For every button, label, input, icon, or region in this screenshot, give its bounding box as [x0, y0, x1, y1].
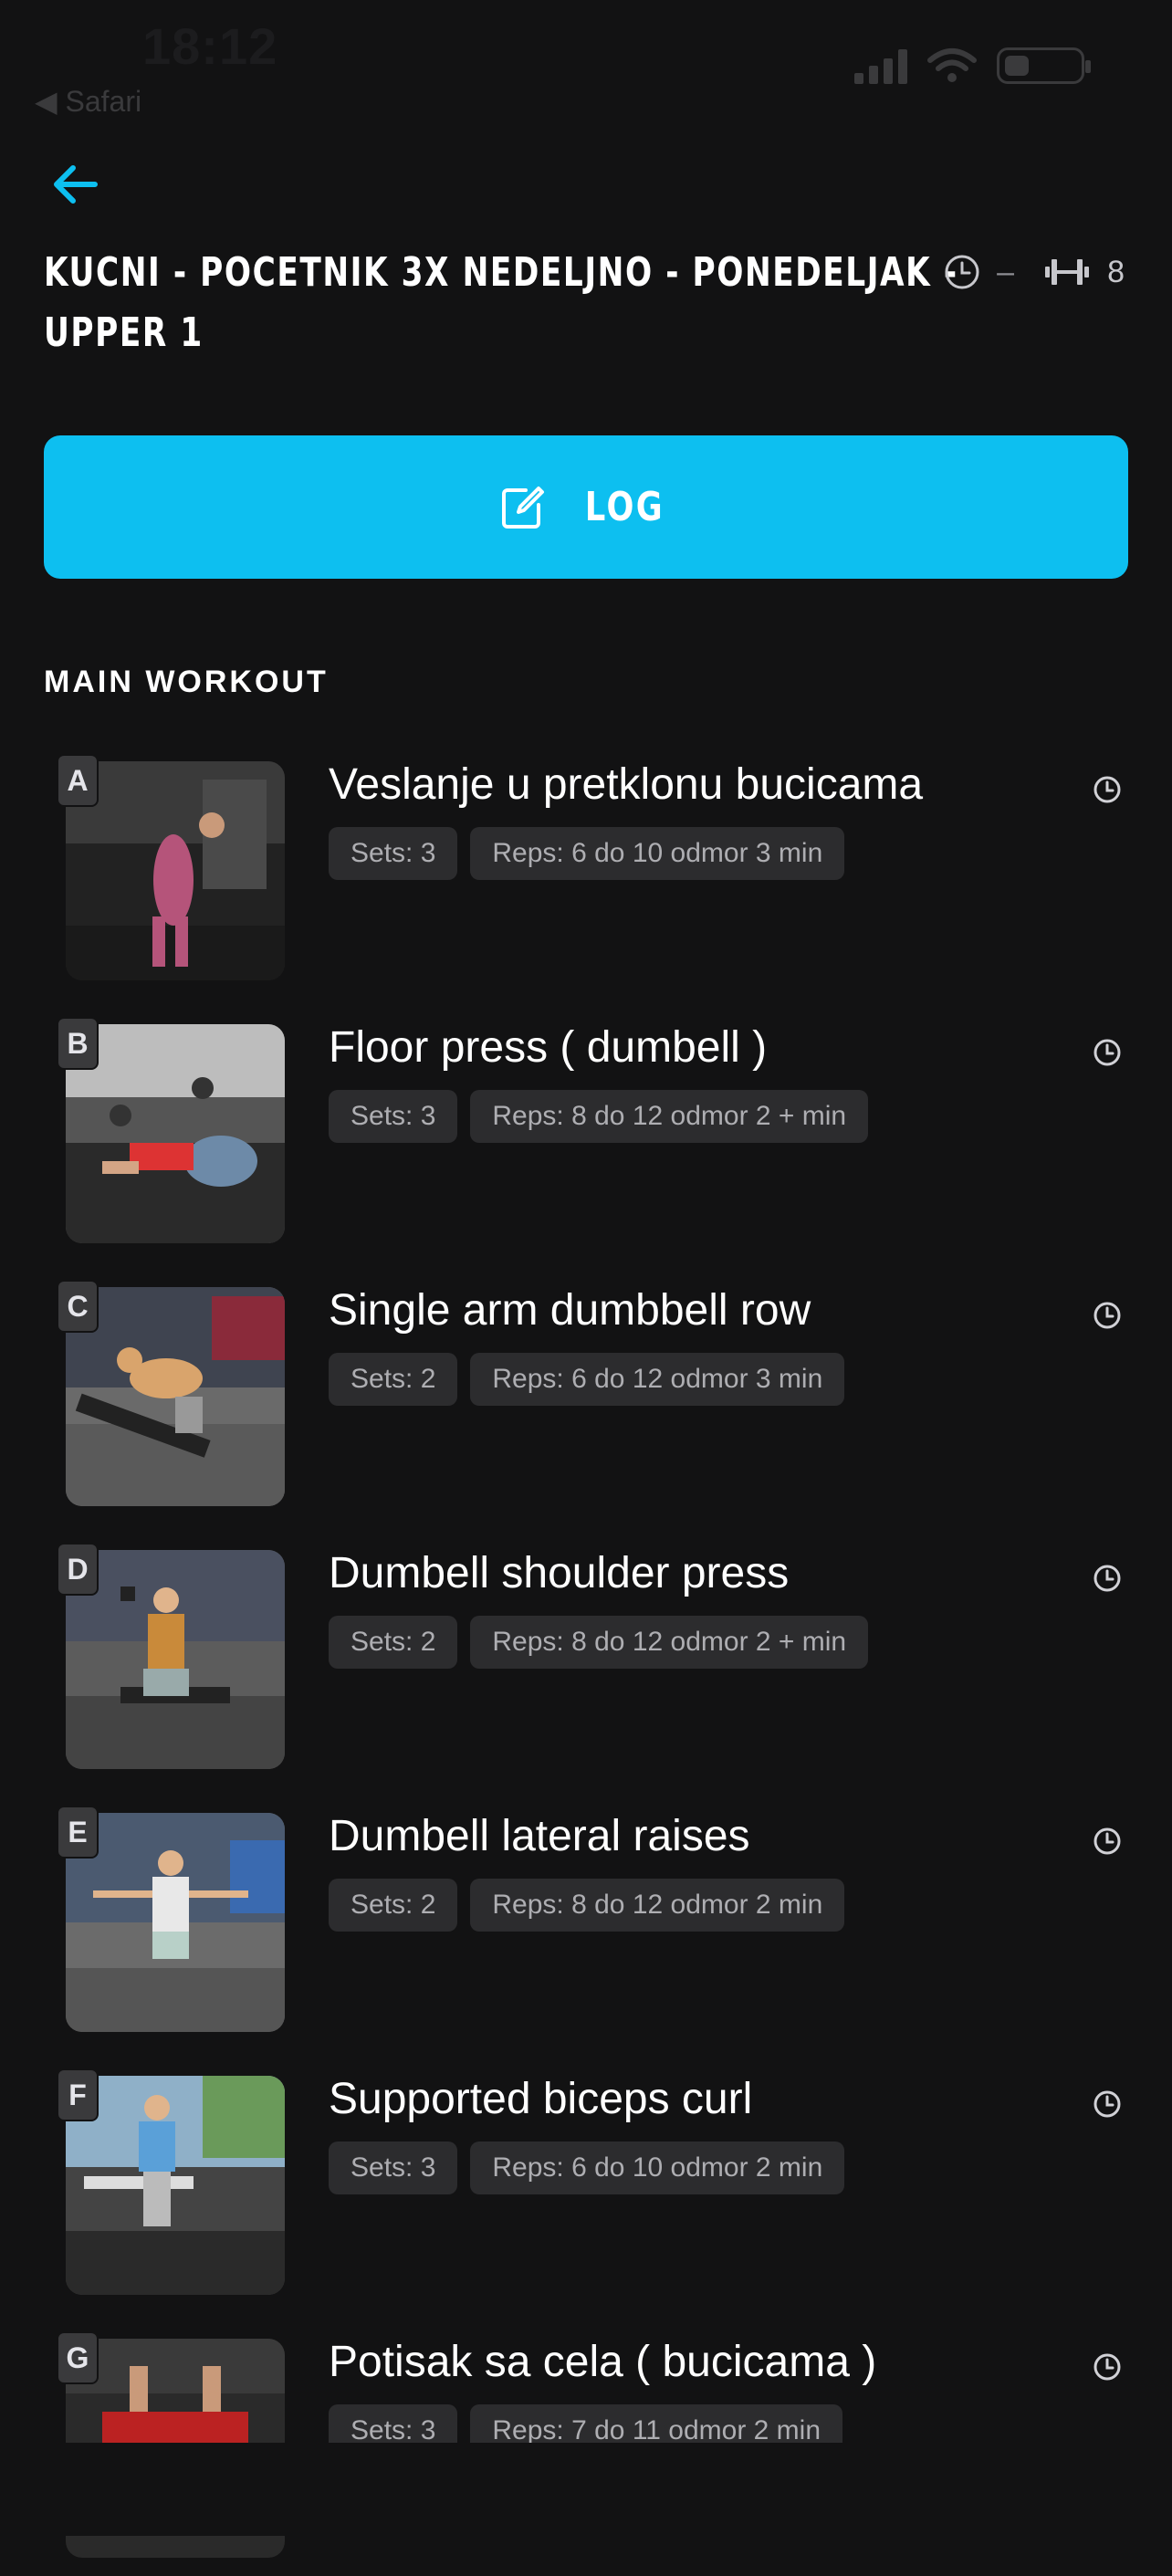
exercise-tags: Sets: 3 Reps: 8 do 12 odmor 2 + min	[329, 1090, 869, 1143]
exercise-name: Veslanje u pretklonu bucicama	[329, 760, 924, 809]
exercise-letter-badge: B	[57, 1017, 99, 1070]
exercise-letter-badge: E	[57, 1806, 99, 1859]
sets-tag: Sets: 2	[329, 1879, 458, 1932]
exercise-letter-badge: C	[57, 1280, 99, 1333]
sets-tag: Sets: 3	[329, 2141, 458, 2194]
exercise-item-e[interactable]: E Dumbell lateral raises Sets: 2 Reps: 8…	[0, 1806, 1172, 2050]
exercise-item-c[interactable]: C Single arm dumbbell row Sets: 2 Reps: …	[0, 1280, 1172, 1524]
workout-title-line1: KUCNI - POCETNIK 3X NEDELJNO - PONEDELJA…	[44, 249, 958, 296]
status-icons	[854, 47, 1091, 84]
exercise-tags: Sets: 2 Reps: 6 do 12 odmor 3 min	[329, 1353, 845, 1406]
exercise-name: Dumbell shoulder press	[329, 1549, 790, 1597]
exercise-name: Dumbell lateral raises	[329, 1812, 750, 1860]
reps-tag: Reps: 8 do 12 odmor 2 + min	[470, 1616, 869, 1669]
exercise-letter-badge: F	[57, 2068, 99, 2121]
workout-title: KUCNI - POCETNIK 3X NEDELJNO - PONEDELJA…	[44, 243, 958, 363]
exercise-thumbnail[interactable]	[66, 1813, 285, 2032]
status-time: 18:12	[142, 17, 278, 75]
bottom-safe-area	[0, 2443, 1172, 2536]
exercise-item-d[interactable]: D Dumbell shoulder press Sets: 2 Reps: 8…	[0, 1543, 1172, 1787]
rest-timer-icon[interactable]	[1092, 1826, 1123, 1857]
battery-icon	[997, 47, 1091, 84]
edit-icon	[501, 486, 544, 529]
exercise-tags: Sets: 2 Reps: 8 do 12 odmor 2 + min	[329, 1616, 869, 1669]
exercise-tags: Sets: 3 Reps: 6 do 10 odmor 2 min	[329, 2141, 845, 2194]
cellular-signal-icon	[854, 47, 907, 84]
exercise-item-f[interactable]: F Supported biceps curl Sets: 3 Reps: 6 …	[0, 2068, 1172, 2313]
exercise-thumbnail[interactable]	[66, 761, 285, 980]
exercise-letter-badge: D	[57, 1543, 99, 1596]
exercise-name: Single arm dumbbell row	[329, 1286, 811, 1335]
sets-tag: Sets: 3	[329, 1090, 458, 1143]
reps-tag: Reps: 6 do 12 odmor 3 min	[470, 1353, 845, 1406]
log-button[interactable]: LOG	[44, 435, 1128, 579]
sets-tag: Sets: 2	[329, 1616, 458, 1669]
dumbbell-icon	[1045, 259, 1090, 285]
exercise-thumbnail[interactable]	[66, 1024, 285, 1243]
sets-tag: Sets: 3	[329, 827, 458, 880]
exercise-thumbnail[interactable]	[66, 2076, 285, 2295]
log-button-label: LOG	[584, 484, 664, 530]
sets-tag: Sets: 2	[329, 1353, 458, 1406]
reps-tag: Reps: 8 do 12 odmor 2 min	[470, 1879, 845, 1932]
workout-meta: – 8	[944, 254, 1125, 290]
exercise-item-b[interactable]: B Floor press ( dumbell ) Sets: 3 Reps: …	[0, 1017, 1172, 1262]
rest-timer-icon[interactable]	[1092, 1037, 1123, 1068]
exercise-item-a[interactable]: A Veslanje u pretklonu bucicama Sets: 3 …	[0, 754, 1172, 999]
exercise-name: Supported biceps curl	[329, 2075, 753, 2123]
exercise-letter-badge: A	[57, 754, 99, 807]
clock-icon	[945, 255, 979, 289]
exercise-thumbnail[interactable]	[66, 1287, 285, 1506]
rest-timer-icon[interactable]	[1092, 774, 1123, 805]
exercise-name: Floor press ( dumbell )	[329, 1023, 768, 1072]
reps-tag: Reps: 8 do 12 odmor 2 + min	[470, 1090, 869, 1143]
rest-timer-icon[interactable]	[1092, 2351, 1123, 2382]
duration-value: –	[997, 254, 1015, 289]
exercise-tags: Sets: 3 Reps: 6 do 10 odmor 3 min	[329, 827, 845, 880]
rest-timer-icon[interactable]	[1092, 1563, 1123, 1594]
exercise-count: 8	[1107, 254, 1125, 289]
exercise-tags: Sets: 2 Reps: 8 do 12 odmor 2 min	[329, 1879, 845, 1932]
rest-timer-icon[interactable]	[1092, 2089, 1123, 2120]
exercise-thumbnail[interactable]	[66, 1550, 285, 1769]
wifi-icon	[927, 48, 977, 82]
back-arrow-icon[interactable]	[47, 157, 102, 212]
reps-tag: Reps: 6 do 10 odmor 3 min	[470, 827, 845, 880]
exercise-name: Potisak sa cela ( bucicama )	[329, 2338, 877, 2386]
reps-tag: Reps: 6 do 10 odmor 2 min	[470, 2141, 845, 2194]
back-to-safari-link[interactable]: ◀ Safari	[35, 84, 141, 119]
exercise-letter-badge: G	[57, 2331, 99, 2384]
workout-title-line2: UPPER 1	[44, 309, 204, 356]
rest-timer-icon[interactable]	[1092, 1300, 1123, 1331]
section-title: MAIN WORKOUT	[44, 665, 329, 699]
